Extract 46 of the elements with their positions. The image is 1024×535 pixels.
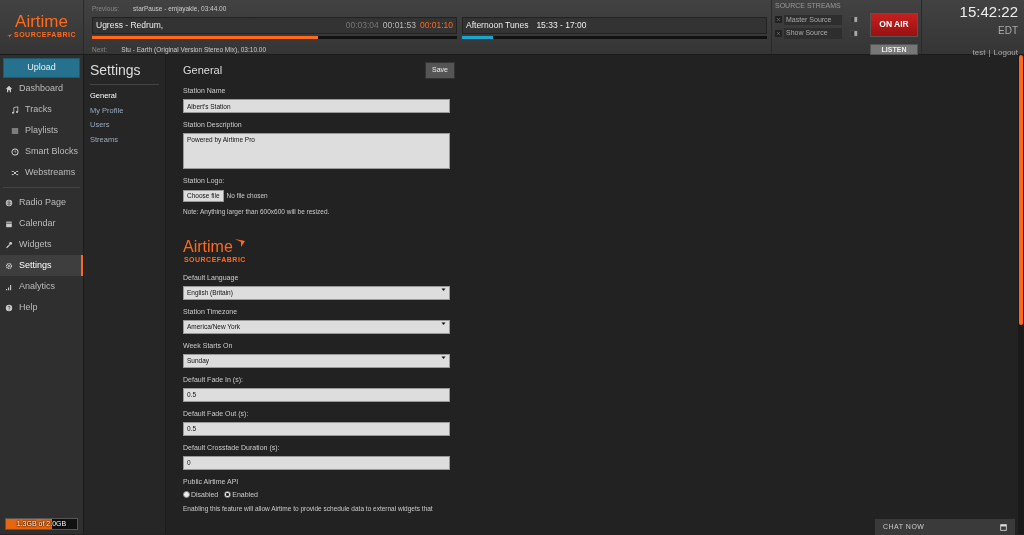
sidebar-item[interactable]: Dashboard bbox=[0, 78, 83, 99]
clock-icon bbox=[11, 147, 19, 156]
sidebar-item[interactable]: Playlists bbox=[0, 120, 83, 141]
track-time: 00:01:10 bbox=[419, 18, 453, 32]
scrollbar[interactable] bbox=[1018, 55, 1024, 534]
clock-time: 15:42:22 bbox=[959, 3, 1018, 20]
sidebar-item[interactable]: Widgets bbox=[0, 234, 83, 255]
track-time: 00:03:04 bbox=[345, 18, 379, 32]
wrench-icon bbox=[5, 240, 13, 249]
show-name: Afternoon Tunes bbox=[466, 18, 529, 32]
separator: | bbox=[988, 47, 991, 59]
submenu-title: Settings bbox=[90, 60, 159, 85]
show-time: 15:33 - 17:00 bbox=[536, 18, 587, 32]
sidebar-item[interactable]: Calendar bbox=[0, 213, 83, 234]
caret-icon bbox=[441, 286, 446, 292]
sidebar-item[interactable]: Tracks bbox=[0, 99, 83, 120]
current-track: Ugress - Redrum, bbox=[96, 18, 164, 32]
swoosh-icon bbox=[7, 33, 12, 38]
sidebar-item[interactable]: Settings bbox=[0, 255, 83, 276]
sidebar-item[interactable]: Smart Blocks bbox=[0, 141, 83, 162]
list-icon bbox=[11, 126, 19, 135]
globe-icon bbox=[5, 198, 13, 207]
logo-text: Airtime bbox=[183, 238, 233, 255]
logo-text: Airtime bbox=[15, 13, 68, 31]
sidebar-item[interactable]: Radio Page bbox=[0, 192, 83, 213]
sidebar-item[interactable]: Help bbox=[0, 297, 83, 318]
time-zone: EDT bbox=[998, 24, 1018, 38]
calendar-icon bbox=[5, 219, 13, 228]
caret-icon bbox=[441, 354, 446, 360]
form-title: General bbox=[183, 63, 223, 78]
sidebar-item[interactable]: Webstreams bbox=[0, 162, 83, 183]
caret-icon bbox=[441, 320, 446, 326]
help-icon bbox=[5, 303, 13, 312]
sidebar-item[interactable]: Analytics bbox=[0, 276, 83, 297]
window-icon bbox=[1000, 523, 1007, 531]
bar-chart-icon bbox=[5, 282, 13, 291]
track-time: 00:01:53 bbox=[382, 18, 416, 32]
settings-icon bbox=[5, 261, 13, 270]
upload-button[interactable]: Upload bbox=[3, 58, 80, 78]
scrollbar-thumb[interactable] bbox=[1019, 55, 1023, 325]
logout-link[interactable]: Logout bbox=[993, 47, 1018, 59]
music-note-icon bbox=[11, 105, 19, 114]
shuffle-icon bbox=[11, 168, 19, 177]
on-air-button[interactable]: ON AIR bbox=[870, 12, 918, 37]
user-link[interactable]: test bbox=[972, 47, 986, 59]
home-icon bbox=[5, 84, 13, 93]
